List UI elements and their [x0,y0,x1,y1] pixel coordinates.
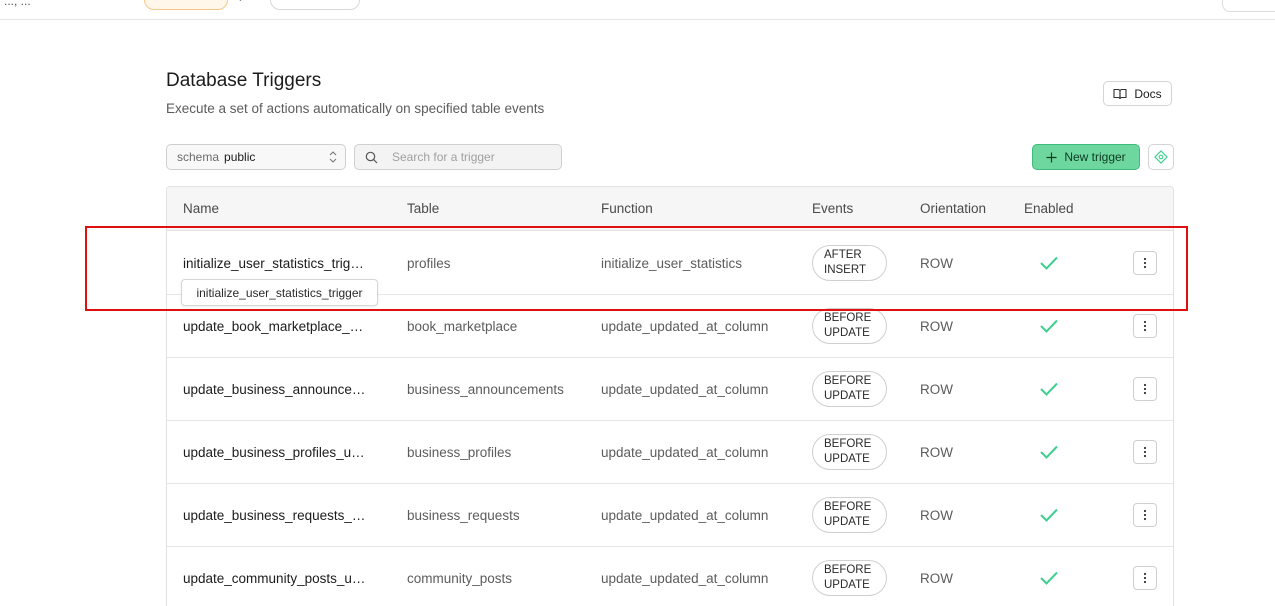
top-right-button[interactable] [1222,0,1275,12]
schema-label: schema [177,150,220,164]
schema-select[interactable]: schema public [166,144,346,170]
row-actions-button[interactable] [1133,503,1157,527]
trigger-name: update_business_announce… [183,382,366,397]
trigger-function: update_updated_at_column [601,319,769,334]
event-type: UPDATE [824,327,870,339]
event-badge: AFTER INSERT [812,245,887,281]
trigger-orientation: ROW [920,382,953,397]
event-timing: BEFORE [824,375,872,387]
event-type: UPDATE [824,453,870,465]
plus-icon [1046,152,1057,162]
event-badge: BEFORE UPDATE [812,434,887,470]
page-title: Database Triggers [166,70,322,91]
ai-assist-button[interactable] [1148,144,1174,170]
table-row[interactable]: update_business_profiles_u… business_pro… [167,421,1173,484]
new-trigger-button[interactable]: New trigger [1032,144,1140,170]
more-vertical-icon [1143,320,1147,332]
trigger-name: update_business_requests_… [183,508,366,523]
more-vertical-icon [1143,572,1147,584]
search-input[interactable] [390,149,554,165]
connect-pill[interactable] [270,0,360,10]
more-vertical-icon [1143,509,1147,521]
trigger-orientation: ROW [920,319,953,334]
event-timing: AFTER [824,249,862,261]
column-header-name: Name [183,201,220,216]
row-actions-button[interactable] [1133,377,1157,401]
check-icon [1040,382,1058,396]
table-header: Name Table Function Events Orientation E… [167,187,1173,231]
page-subtitle: Execute a set of actions automatically o… [166,101,545,116]
trigger-table: business_announcements [407,382,564,397]
column-header-enabled: Enabled [1024,201,1074,216]
trigger-name: update_book_marketplace_… [183,319,364,334]
table-row[interactable]: update_business_requests_… business_requ… [167,484,1173,547]
event-timing: BEFORE [824,312,872,324]
trigger-name: initialize_user_statistics_trig… [183,256,364,271]
trigger-function: update_updated_at_column [601,445,769,460]
name-tooltip: initialize_user_statistics_trigger [181,279,378,306]
event-type: UPDATE [824,579,870,591]
trigger-name: update_community_posts_u… [183,571,366,586]
trigger-table: business_requests [407,508,520,523]
event-timing: BEFORE [824,438,872,450]
check-icon [1040,445,1058,459]
event-type: INSERT [824,264,866,276]
more-vertical-icon [1143,446,1147,458]
more-vertical-icon [1143,257,1147,269]
table-row[interactable]: update_business_announce… business_annou… [167,358,1173,421]
schema-value: public [224,150,256,164]
diamond-icon [1154,150,1168,164]
more-vertical-icon [1143,383,1147,395]
breadcrumb-arrow-icon: › [239,0,243,5]
branch-pill[interactable] [144,0,228,10]
trigger-orientation: ROW [920,508,953,523]
trigger-function: update_updated_at_column [601,508,769,523]
event-timing: BEFORE [824,564,872,576]
row-actions-button[interactable] [1133,314,1157,338]
docs-button[interactable]: Docs [1103,81,1172,106]
row-actions-button[interactable] [1133,440,1157,464]
trigger-orientation: ROW [920,256,953,271]
trigger-function: update_updated_at_column [601,571,769,586]
trigger-orientation: ROW [920,571,953,586]
top-bar: .. ..., ... › [0,0,1275,20]
check-icon [1040,319,1058,333]
triggers-table: Name Table Function Events Orientation E… [166,186,1174,606]
trigger-name: update_business_profiles_u… [183,445,365,460]
check-icon [1040,256,1058,270]
breadcrumb-partial: .. ..., ... [0,0,31,8]
search-icon [365,151,378,163]
trigger-table: business_profiles [407,445,512,460]
table-row[interactable]: update_community_posts_u… community_post… [167,547,1173,606]
docs-label: Docs [1134,86,1162,101]
row-actions-button[interactable] [1133,566,1157,590]
event-badge: BEFORE UPDATE [812,308,887,344]
column-header-table: Table [407,201,440,216]
row-actions-button[interactable] [1133,251,1157,275]
trigger-table: profiles [407,256,451,271]
event-badge: BEFORE UPDATE [812,497,887,533]
trigger-orientation: ROW [920,445,953,460]
event-type: UPDATE [824,390,870,402]
event-badge: BEFORE UPDATE [812,371,887,407]
column-header-events: Events [812,201,854,216]
event-type: UPDATE [824,516,870,528]
search-box[interactable] [354,144,562,170]
new-trigger-label: New trigger [1064,150,1126,164]
check-icon [1040,508,1058,522]
event-timing: BEFORE [824,501,872,513]
trigger-table: book_marketplace [407,319,518,334]
column-header-orientation: Orientation [920,201,987,216]
trigger-function: initialize_user_statistics [601,256,743,271]
trigger-table: community_posts [407,571,513,586]
event-badge: BEFORE UPDATE [812,560,887,596]
column-header-function: Function [601,201,653,216]
check-icon [1040,571,1058,585]
chevron-up-down-icon [329,151,337,163]
trigger-function: update_updated_at_column [601,382,769,397]
book-icon [1113,88,1127,99]
